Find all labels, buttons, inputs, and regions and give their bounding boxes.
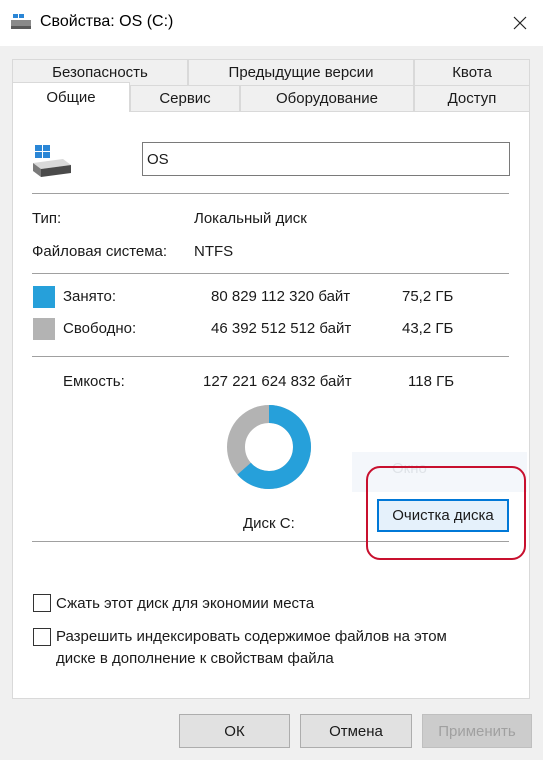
button-label: ОК	[224, 722, 245, 740]
window-title: Свойства: OS (C:)	[40, 13, 174, 30]
tab-service[interactable]: Сервис	[130, 85, 240, 112]
capacity-gb: 118 ГБ	[408, 373, 455, 390]
tab-label: Безопасность	[52, 64, 148, 81]
tab-label: Сервис	[159, 90, 211, 107]
free-bytes: 46 392 512 512 байт	[211, 320, 352, 337]
local-disk-icon	[33, 145, 71, 177]
used-gb: 75,2 ГБ	[402, 288, 454, 305]
tab-general[interactable]: Общие	[12, 82, 130, 112]
tab-label: Квота	[452, 64, 492, 81]
tab-label: Доступ	[447, 90, 497, 107]
button-label: Отмена	[329, 722, 383, 740]
close-button[interactable]	[497, 0, 543, 46]
type-value: Локальный диск	[194, 210, 307, 227]
used-label: Занято:	[63, 288, 117, 305]
button-label: Применить	[438, 722, 516, 740]
ok-button[interactable]: ОК	[179, 714, 290, 748]
tab-quota[interactable]: Квота	[414, 59, 530, 86]
tab-label: Предыдущие версии	[228, 64, 374, 81]
used-space-swatch	[33, 286, 55, 308]
tab-label: Оборудование	[275, 90, 379, 107]
divider	[32, 273, 509, 274]
index-label-line2: диске в дополнение к свойствам файла	[56, 650, 334, 667]
divider	[32, 193, 509, 194]
capacity-label: Емкость:	[63, 373, 125, 390]
title-bar: Свойства: OS (C:)	[0, 0, 543, 46]
index-checkbox[interactable]	[33, 628, 51, 646]
filesystem-value: NTFS	[194, 243, 234, 260]
tab-hardware[interactable]: Оборудование	[240, 85, 414, 112]
disk-usage-donut	[227, 405, 311, 489]
capacity-bytes: 127 221 624 832 байт	[203, 373, 352, 390]
free-gb: 43,2 ГБ	[402, 320, 454, 337]
index-label-line1: Разрешить индексировать содержимое файло…	[56, 628, 447, 645]
close-icon	[513, 16, 527, 30]
drive-icon	[11, 14, 31, 29]
filesystem-label: Файловая система:	[32, 243, 168, 260]
cancel-button[interactable]: Отмена	[300, 714, 412, 748]
tab-sharing[interactable]: Доступ	[414, 85, 530, 112]
apply-button[interactable]: Применить	[422, 714, 532, 748]
drive-name-input[interactable]	[142, 142, 510, 176]
tab-label: Общие	[46, 89, 96, 106]
divider	[32, 356, 509, 357]
free-label: Свободно:	[63, 320, 137, 337]
tab-previous-versions[interactable]: Предыдущие версии	[188, 59, 414, 86]
compress-label: Сжать этот диск для экономии места	[56, 595, 315, 612]
disk-label: Диск C:	[243, 515, 295, 532]
free-space-swatch	[33, 318, 55, 340]
compress-checkbox[interactable]	[33, 594, 51, 612]
type-label: Тип:	[32, 210, 62, 227]
highlight-annotation	[366, 466, 526, 560]
used-bytes: 80 829 112 320 байт	[211, 288, 351, 305]
